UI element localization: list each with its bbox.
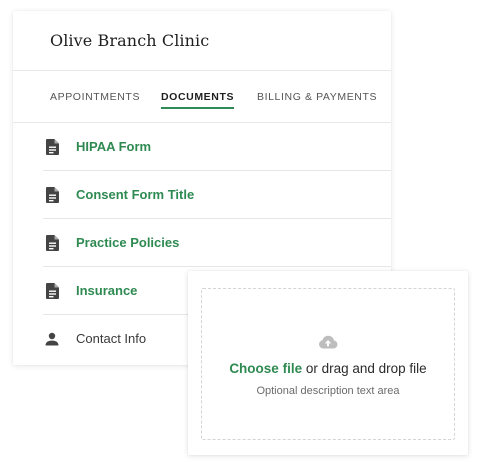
tab-documents-label: DOCUMENTS [161, 91, 235, 103]
cloud-upload-icon [318, 335, 338, 354]
document-label: Insurance [76, 283, 138, 298]
document-item-hipaa-form[interactable]: HIPAA Form [43, 123, 391, 171]
person-icon [44, 332, 60, 346]
document-icon [44, 282, 60, 299]
document-label: Contact Info [76, 331, 147, 346]
tab-billing-payments[interactable]: BILLING & PAYMENTS [257, 91, 377, 103]
choose-file-link[interactable]: Choose file [229, 361, 302, 376]
file-dropzone[interactable]: Choose file or drag and drop file Option… [201, 288, 455, 440]
tab-appointments-label: APPOINTMENTS [50, 91, 141, 103]
document-icon [44, 234, 60, 251]
tab-documents[interactable]: DOCUMENTS [161, 91, 235, 109]
file-upload-card: Choose file or drag and drop file Option… [188, 271, 468, 455]
document-icon [44, 186, 60, 203]
upload-instructions: Choose file or drag and drop file [202, 361, 454, 376]
document-item-practice-policies[interactable]: Practice Policies [43, 219, 391, 267]
document-item-consent-form-title[interactable]: Consent Form Title [43, 171, 391, 219]
tab-billing-payments-label: BILLING & PAYMENTS [257, 91, 378, 103]
upload-description-hint: Optional description text area [256, 385, 400, 397]
document-icon [44, 138, 60, 155]
tab-bar: APPOINTMENTS DOCUMENTS BILLING & PAYMENT… [13, 71, 391, 123]
document-label: Practice Policies [76, 235, 180, 250]
document-label: Consent Form Title [76, 187, 195, 202]
document-label: HIPAA Form [76, 139, 152, 154]
drag-drop-text: or drag and drop file [302, 361, 427, 376]
card-header: Olive Branch Clinic [13, 11, 391, 71]
clinic-title: Olive Branch Clinic [50, 31, 210, 50]
tab-appointments[interactable]: APPOINTMENTS [50, 91, 140, 103]
active-tab-indicator [161, 107, 235, 109]
